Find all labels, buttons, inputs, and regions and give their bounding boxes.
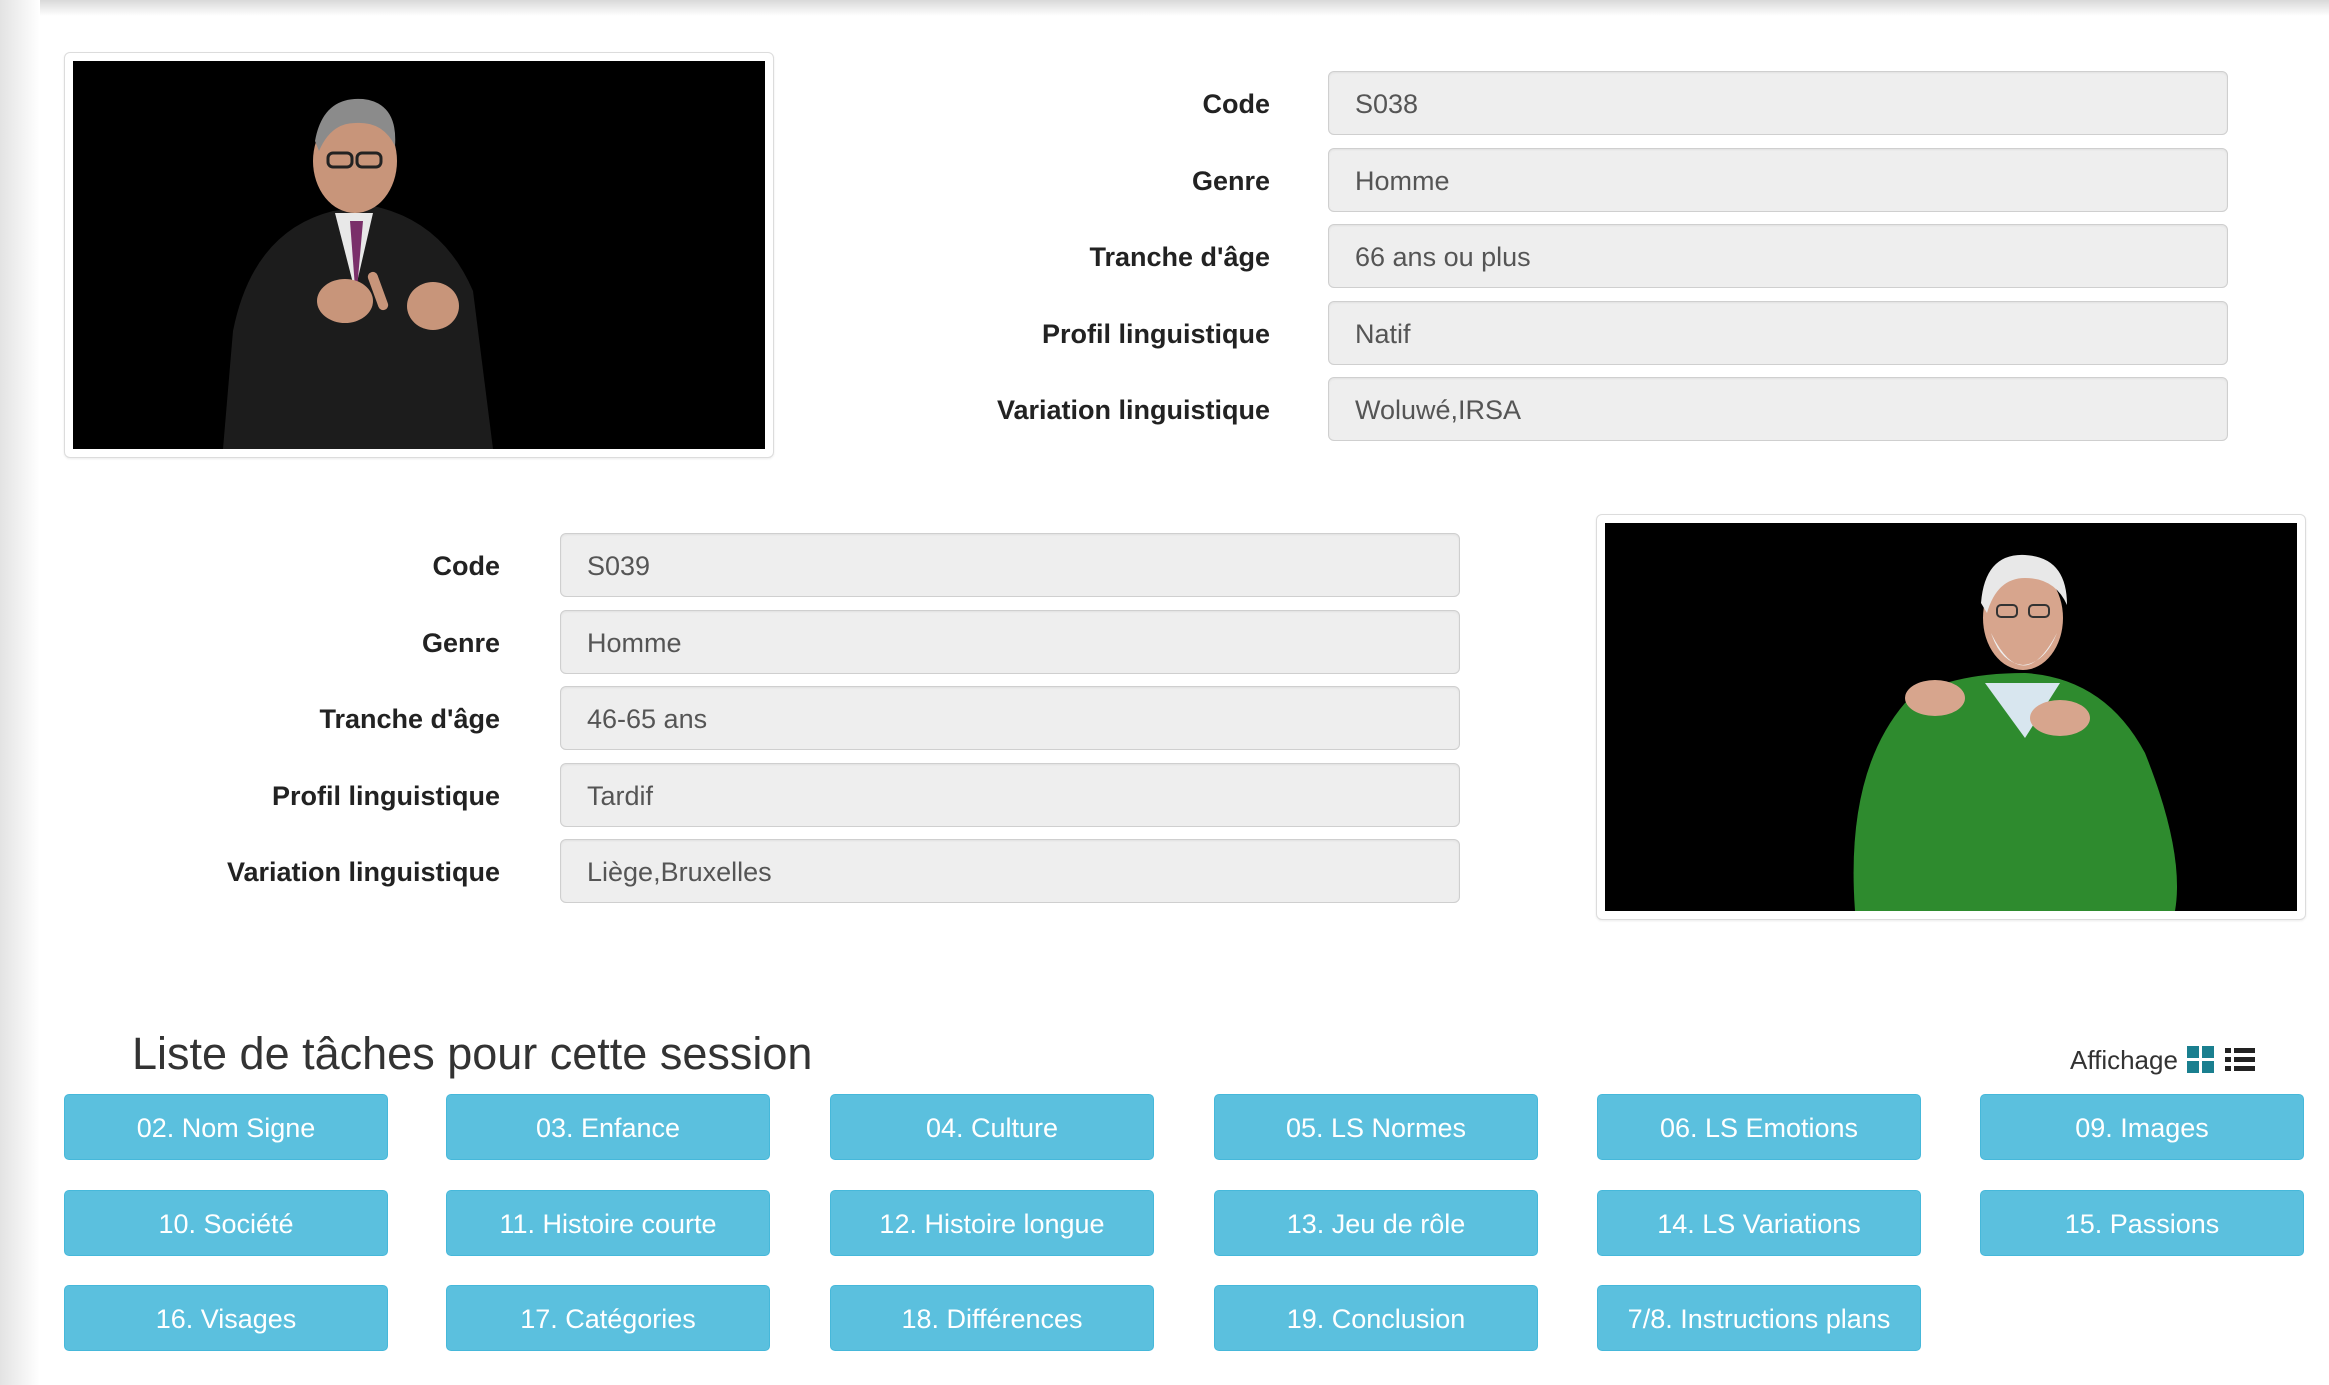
task-button[interactable]: 12. Histoire longue xyxy=(830,1189,1154,1256)
window-shadow-top xyxy=(0,0,2329,16)
display-toggle: Affichage xyxy=(2070,1040,2256,1080)
speaker1-field-value: Homme xyxy=(1328,147,2228,212)
speaker1-field-row: Genre Homme xyxy=(40,147,2329,214)
speaker2-field-value: Homme xyxy=(560,609,1460,674)
session-page: Code S038 Genre Homme Tranche d'âge 66 ans ou… xyxy=(40,16,2329,1385)
speaker2-field-label: Variation linguistique xyxy=(226,857,500,887)
speaker1-field-row: Profil linguistique Natif xyxy=(40,300,2329,367)
task-button[interactable]: 11. Histoire courte xyxy=(446,1189,770,1256)
task-button[interactable]: 17. Catégories xyxy=(446,1285,770,1351)
task-button[interactable]: 09. Images xyxy=(1980,1094,2304,1160)
task-button[interactable]: 05. LS Normes xyxy=(1214,1094,1538,1160)
speaker1-field-row: Code S038 xyxy=(40,71,2329,137)
speaker2-field-label: Profil linguistique xyxy=(272,780,500,811)
speaker1-field-value: Woluwé,IRSA xyxy=(1328,377,2228,441)
speaker2-field-value: 46-65 ans xyxy=(560,686,1460,750)
task-button[interactable]: 10. Société xyxy=(64,1189,388,1256)
grid-view-icon[interactable] xyxy=(2186,1045,2216,1075)
speaker1-field-value: Natif xyxy=(1328,300,2228,365)
task-button[interactable]: 16. Visages xyxy=(64,1285,388,1351)
speaker1-field-value: 66 ans ou plus xyxy=(1328,224,2228,288)
speaker1-field-label: Profil linguistique xyxy=(1042,318,1270,349)
task-button[interactable]: 13. Jeu de rôle xyxy=(1214,1189,1538,1256)
task-button[interactable]: 02. Nom Signe xyxy=(64,1094,388,1160)
speaker2-field-label: Tranche d'âge xyxy=(319,704,500,734)
speaker1-field-row: Variation linguistique Woluwé,IRSA xyxy=(40,377,2329,443)
speaker1-field-label: Code xyxy=(1202,89,1271,119)
speaker2-field-label: Genre xyxy=(421,627,500,658)
task-button[interactable]: 15. Passions xyxy=(1980,1189,2304,1256)
speaker1-field-row: Tranche d'âge 66 ans ou plus xyxy=(40,224,2329,290)
speaker1-field-label: Tranche d'âge xyxy=(1089,242,1270,272)
speaker1-field-label: Genre xyxy=(1191,165,1270,196)
task-button[interactable]: 7/8. Instructions plans xyxy=(1597,1285,1921,1351)
speaker2-field-label: Code xyxy=(432,551,501,581)
task-button[interactable]: 03. Enfance xyxy=(446,1094,770,1160)
task-button[interactable]: 04. Culture xyxy=(830,1094,1154,1160)
speaker2-field-value: Liège,Bruxelles xyxy=(560,839,1460,903)
task-button[interactable]: 14. LS Variations xyxy=(1597,1189,1921,1256)
speaker2-video-frame xyxy=(1605,523,2297,911)
speaker2-field-value: S039 xyxy=(560,533,1460,597)
task-button[interactable]: 06. LS Emotions xyxy=(1597,1094,1921,1160)
tasks-section-title: Liste de tâches pour cette session xyxy=(132,1028,813,1079)
list-view-icon[interactable] xyxy=(2224,1045,2256,1075)
speaker1-field-value: S038 xyxy=(1328,71,2228,135)
task-button[interactable]: 18. Différences xyxy=(830,1285,1154,1351)
speaker2-field-value: Tardif xyxy=(560,762,1460,827)
speaker2-video-thumbnail[interactable] xyxy=(1596,514,2306,920)
display-label: Affichage xyxy=(2070,1044,2178,1075)
speaker1-field-label: Variation linguistique xyxy=(996,395,1270,425)
task-button[interactable]: 19. Conclusion xyxy=(1214,1285,1538,1351)
speaker2-silhouette xyxy=(1605,523,2297,911)
